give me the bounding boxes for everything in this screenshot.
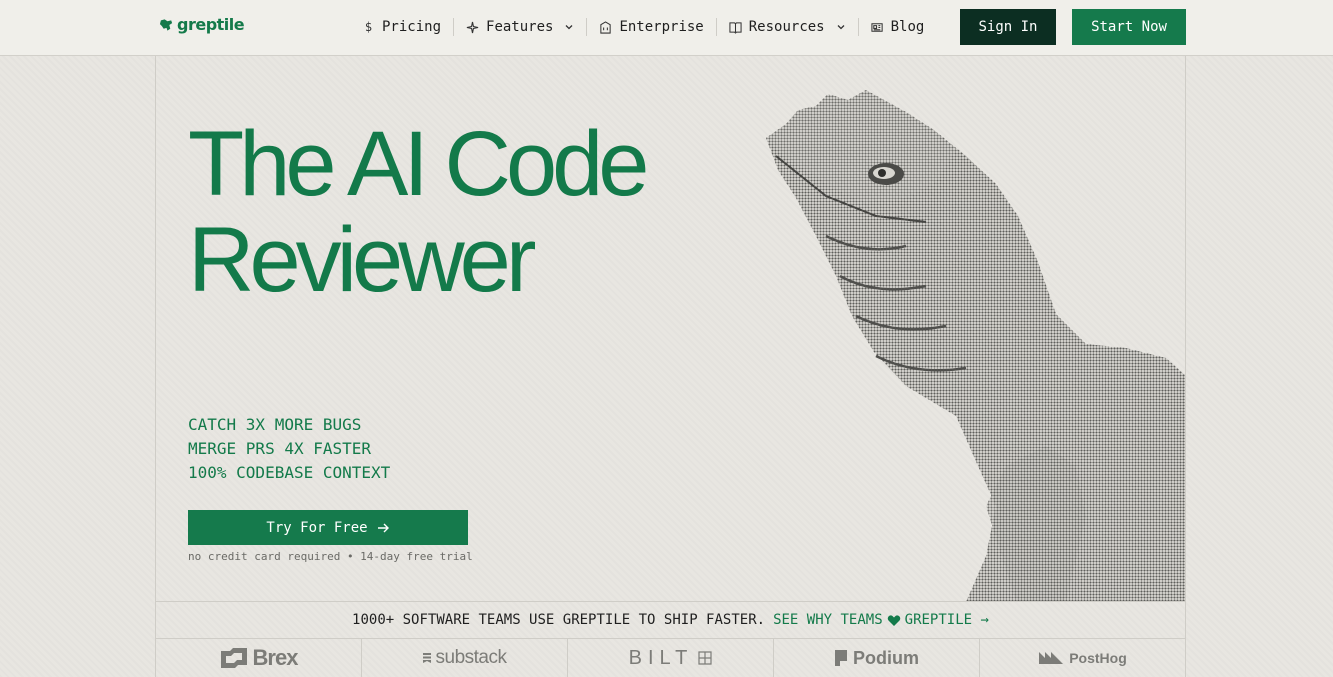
brex-mark-icon [220, 648, 247, 668]
trial-note: no credit card required • 14-day free tr… [188, 550, 473, 563]
building-icon [599, 20, 612, 34]
lizard-illustration [766, 90, 1185, 601]
greptile-link-label: GREPTILE → [904, 612, 989, 628]
customer-logos-row: Brex substack BILT Podium PostHog [156, 639, 1185, 677]
see-why-teams-link[interactable]: SEE WHY TEAMS GREPTILE → [773, 612, 989, 628]
heart-icon [887, 614, 900, 626]
nav-resources-label: Resources [748, 19, 825, 35]
nav-blog-label: Blog [890, 19, 925, 35]
try-for-free-label: Try For Free [266, 519, 368, 536]
nav-blog[interactable]: Blog [859, 16, 937, 38]
lizard-logo-icon [159, 18, 173, 31]
bilt-grid-icon [698, 651, 712, 665]
book-icon [729, 21, 742, 34]
see-why-label: SEE WHY TEAMS [773, 612, 883, 628]
nav-pricing[interactable]: $ Pricing [350, 16, 453, 38]
try-for-free-button[interactable]: Try For Free [188, 510, 468, 545]
dollar-icon: $ [364, 20, 373, 34]
top-nav-bar: greptile $ Pricing Features Enterprise R… [0, 0, 1333, 56]
brex-label: Brex [252, 645, 299, 670]
podium-label: Podium [853, 647, 919, 668]
hero-bullets: CATCH 3X MORE BUGS MERGE PRS 4X FASTER 1… [188, 413, 390, 485]
chevron-down-icon [565, 25, 573, 30]
customer-logo-brex: Brex [156, 639, 362, 677]
main-nav: $ Pricing Features Enterprise Resources [350, 16, 936, 38]
hero-title: The AI Code Reviewer [188, 116, 788, 308]
social-proof-text: 1000+ SOFTWARE TEAMS USE GREPTILE TO SHI… [352, 612, 766, 628]
posthog-label: PostHog [1069, 650, 1127, 666]
sparkle-icon [466, 21, 479, 34]
substack-label: substack [435, 647, 507, 668]
nav-features[interactable]: Features [454, 16, 586, 38]
social-proof-bar: 1000+ SOFTWARE TEAMS USE GREPTILE TO SHI… [156, 601, 1185, 639]
nav-features-label: Features [486, 19, 554, 35]
greptile-logo[interactable]: greptile [159, 15, 245, 34]
hero-title-line-1: The AI Code [188, 113, 649, 215]
customer-logo-substack: substack [362, 639, 568, 677]
bullet-item: 100% CODEBASE CONTEXT [188, 463, 391, 482]
newspaper-icon [871, 21, 884, 34]
customer-logo-podium: Podium [774, 639, 980, 677]
arrow-right-icon [377, 523, 389, 532]
start-now-button[interactable]: Start Now [1072, 9, 1186, 45]
customer-logo-bilt: BILT [568, 639, 774, 677]
customer-logo-posthog: PostHog [980, 639, 1185, 677]
podium-mark-icon [835, 650, 847, 666]
chevron-down-icon [837, 25, 845, 30]
bullet-item: CATCH 3X MORE BUGS [188, 415, 362, 434]
bullet-item: MERGE PRS 4X FASTER [188, 439, 372, 458]
sign-in-button[interactable]: Sign In [960, 9, 1056, 45]
posthog-mark-icon [1039, 652, 1064, 664]
hero-title-line-2: Reviewer [188, 209, 536, 311]
nav-enterprise[interactable]: Enterprise [587, 16, 715, 38]
brand-name: greptile [177, 15, 245, 34]
hero-section: The AI Code Reviewer CATCH 3X MORE BUGS … [156, 56, 1185, 601]
substack-mark-icon [422, 653, 431, 663]
nav-pricing-label: Pricing [382, 19, 442, 35]
nav-resources[interactable]: Resources [717, 16, 858, 38]
bilt-label: BILT [628, 646, 694, 669]
nav-enterprise-label: Enterprise [619, 19, 704, 35]
